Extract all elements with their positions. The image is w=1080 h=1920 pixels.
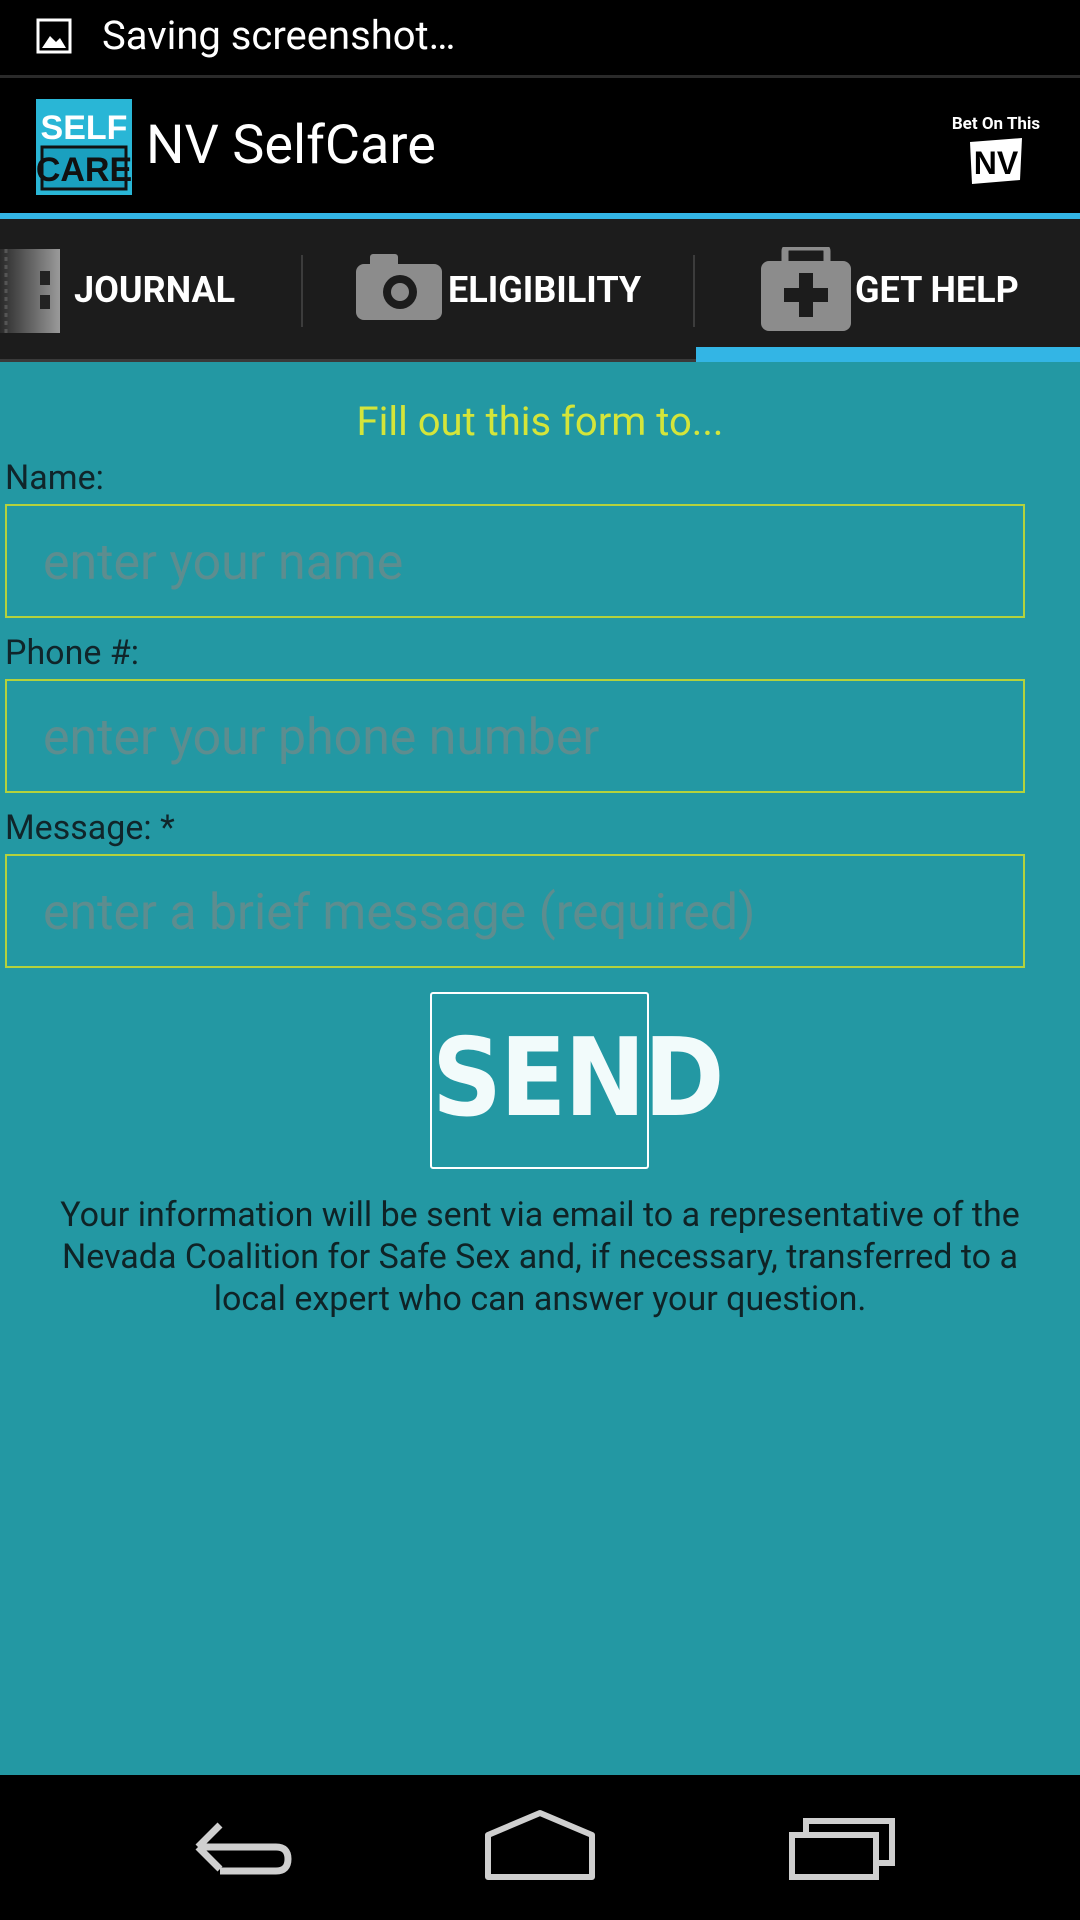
navigation-bar <box>0 1775 1080 1920</box>
status-bar: Saving screenshot… <box>0 0 1080 75</box>
tab-eligibility-label: ELIGIBILITY <box>448 269 642 311</box>
info-text: Your information will be sent via email … <box>60 1195 1020 1319</box>
name-label: Name: <box>5 458 104 498</box>
app-title: NV SelfCare <box>146 114 436 177</box>
tab-selected-indicator <box>696 347 1080 362</box>
tab-bar: JOURNAL ELIGIBILITY GET HELP <box>0 219 1080 362</box>
phone-placeholder: enter your phone number <box>43 709 600 767</box>
name-placeholder: enter your name <box>43 534 404 592</box>
send-button-label: SEND <box>432 1016 724 1141</box>
get-help-form: Fill out this form to... Name: enter you… <box>0 362 1080 1775</box>
message-placeholder: enter a brief message (required) <box>43 884 756 942</box>
name-input[interactable]: enter your name <box>5 504 1025 618</box>
app-logo[interactable]: SELF CARE <box>36 99 132 195</box>
home-icon[interactable] <box>480 1805 600 1885</box>
message-label: Message: * <box>5 808 175 848</box>
image-icon <box>36 18 72 54</box>
medical-kit-icon <box>761 247 851 331</box>
logo-line1: SELF <box>41 109 128 147</box>
send-button[interactable]: SEND <box>430 992 724 1169</box>
bet-on-nv-logo: Bet On This NV <box>946 114 1046 186</box>
journal-icon <box>0 249 60 333</box>
back-icon[interactable] <box>180 1805 300 1885</box>
tab-get-help-label: GET HELP <box>855 269 1019 311</box>
tab-divider <box>693 255 695 327</box>
tab-journal[interactable]: JOURNAL <box>0 219 300 362</box>
nv-mark-icon: NV <box>970 138 1022 184</box>
tab-eligibility[interactable]: ELIGIBILITY <box>303 219 693 362</box>
status-notification-text: Saving screenshot… <box>102 12 456 59</box>
brand-mark: NV <box>974 145 1019 181</box>
phone-label: Phone #: <box>5 633 139 673</box>
message-input[interactable]: enter a brief message (required) <box>5 854 1025 968</box>
form-heading: Fill out this form to... <box>356 398 724 445</box>
tab-get-help[interactable]: GET HELP <box>696 219 1080 362</box>
tab-journal-label: JOURNAL <box>74 269 236 311</box>
brand-text: Bet On This <box>951 114 1041 134</box>
camera-icon <box>356 254 442 320</box>
logo-line2: CARE <box>36 151 132 189</box>
action-bar: SELF CARE NV SelfCare Bet On This NV <box>0 78 1080 213</box>
recent-apps-icon[interactable] <box>780 1805 900 1885</box>
phone-input[interactable]: enter your phone number <box>5 679 1025 793</box>
